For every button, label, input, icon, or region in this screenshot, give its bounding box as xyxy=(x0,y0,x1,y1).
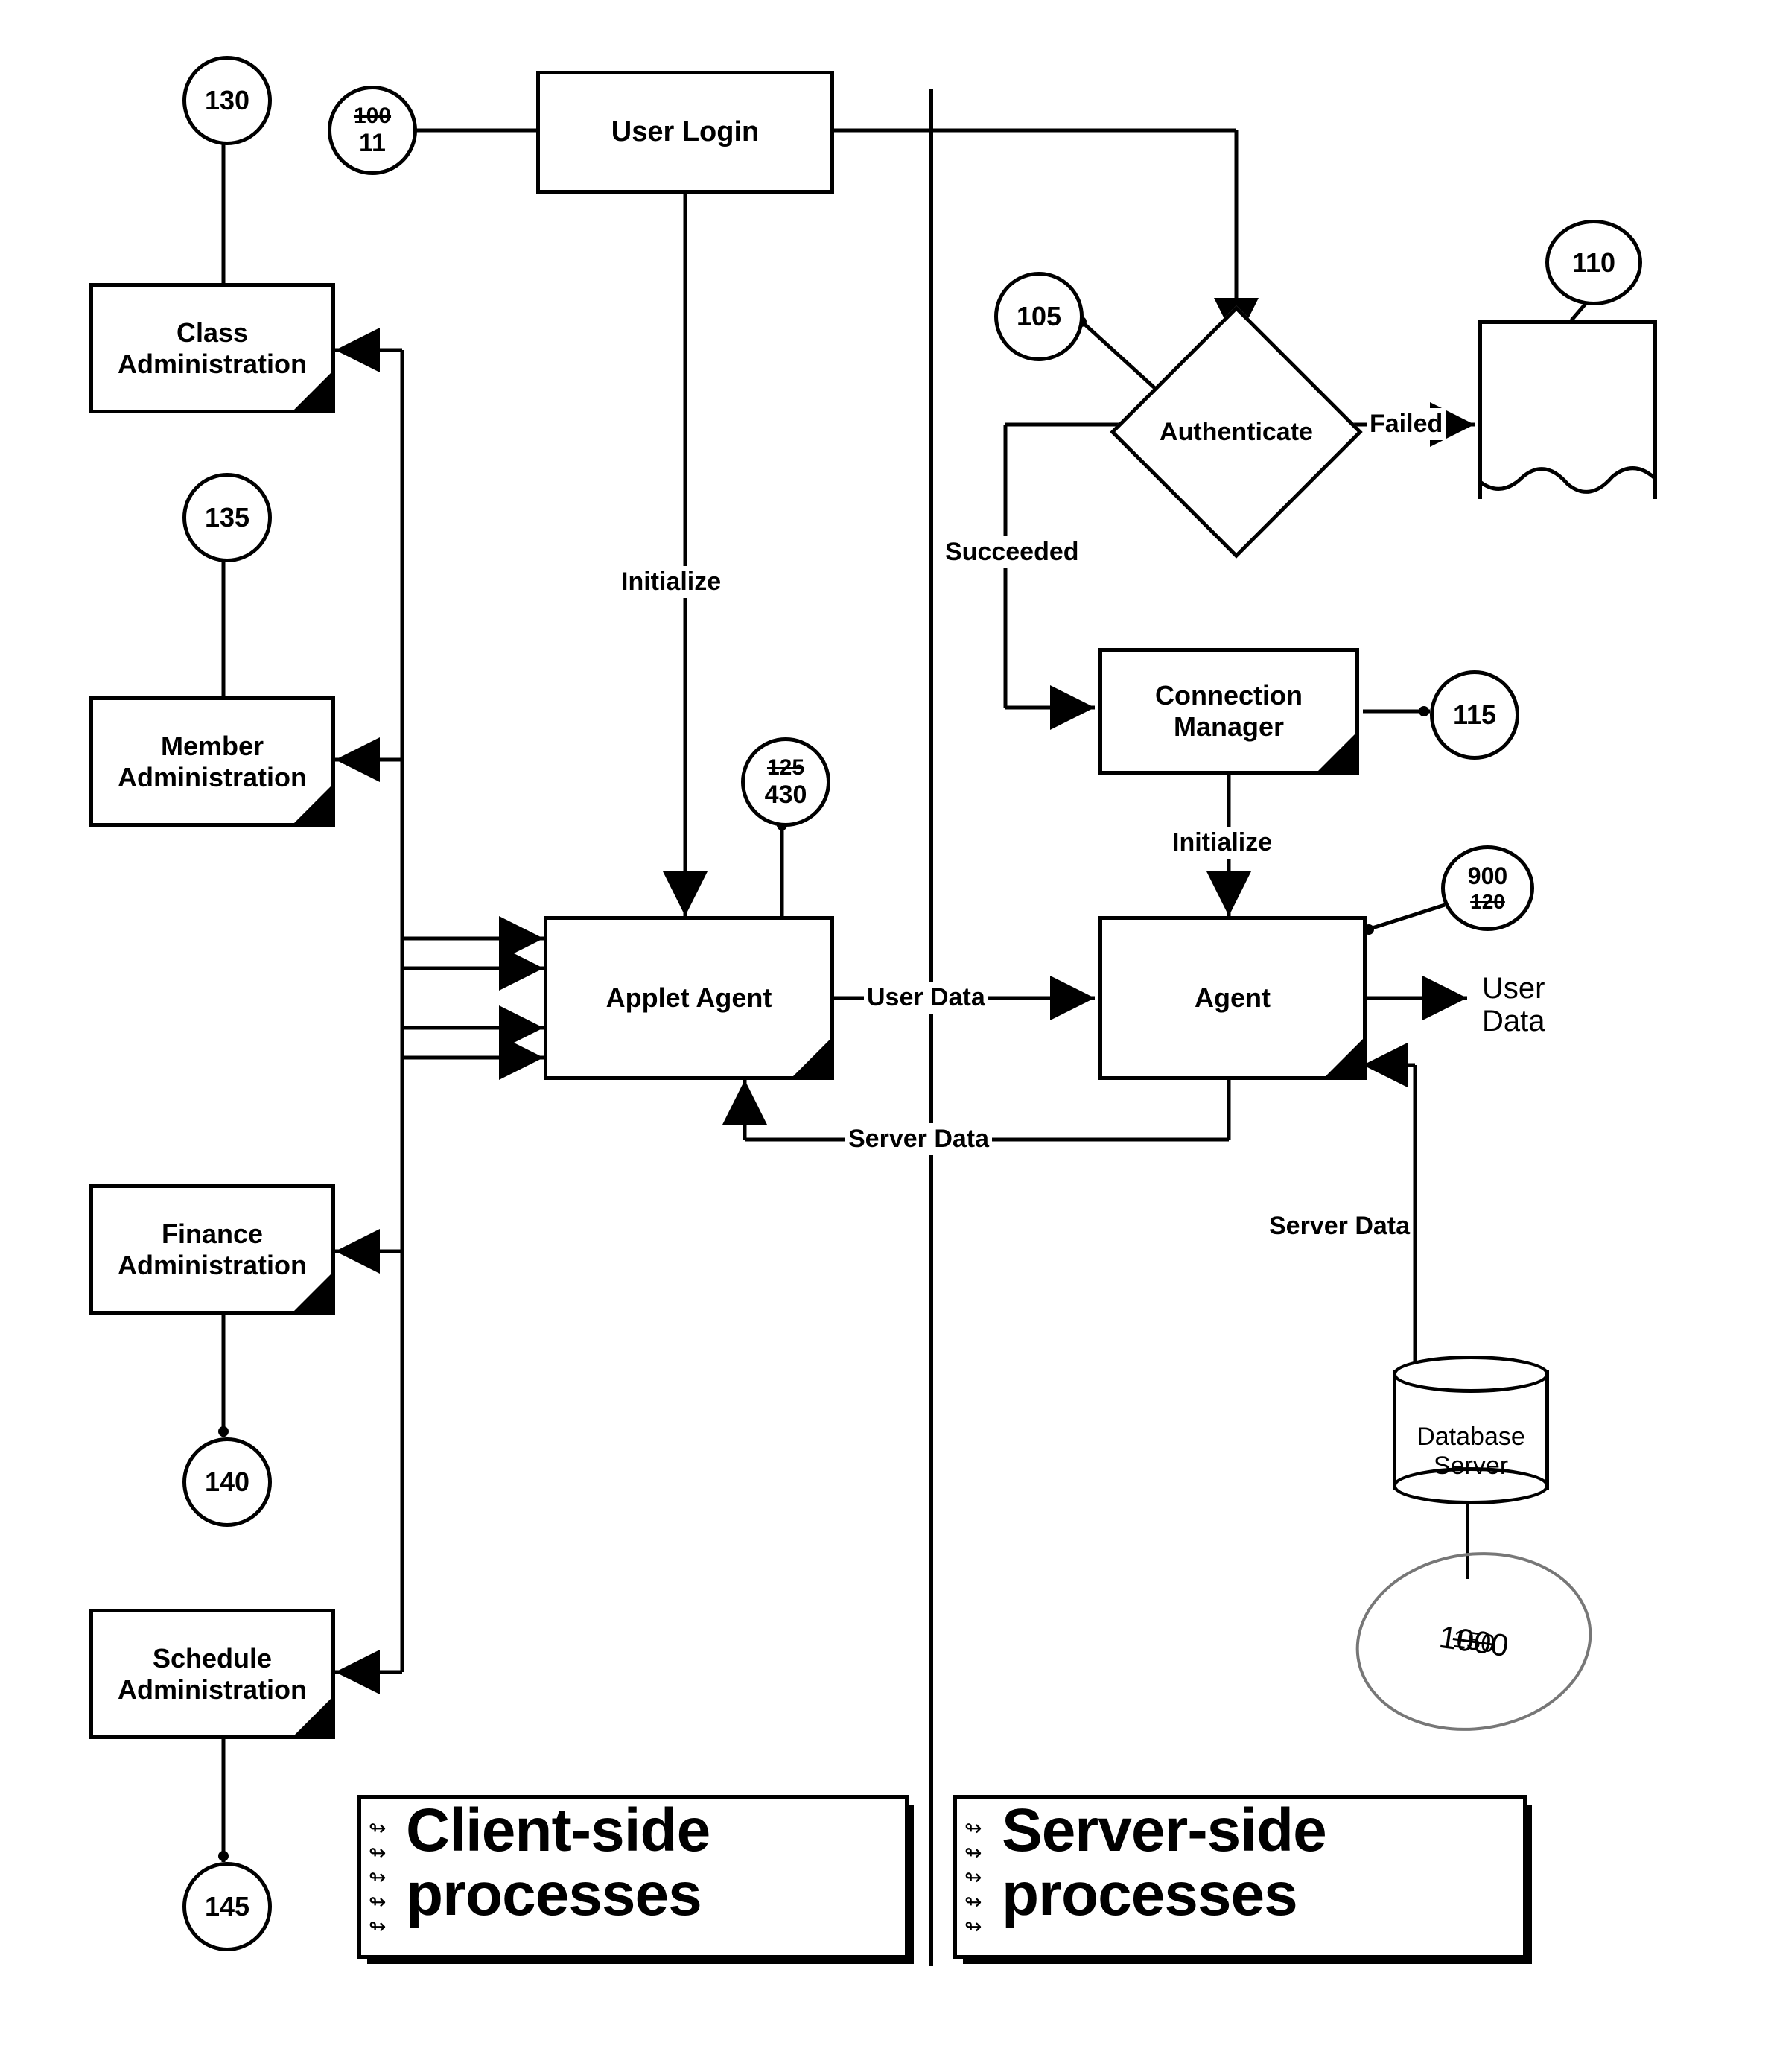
caption-server: ↬↬↬↬↬ Server-side processes xyxy=(953,1795,1527,1959)
database-cylinder: Database Server xyxy=(1393,1356,1549,1504)
spiral-icon: ↬↬↬↬↬ xyxy=(964,1808,997,1946)
torn-page xyxy=(1478,320,1657,499)
ref-130: 130 xyxy=(182,56,272,145)
ref-140: 140 xyxy=(182,1437,272,1527)
schedule-admin-box: Schedule Administration xyxy=(89,1609,335,1739)
finance-admin-box: Finance Administration xyxy=(89,1184,335,1315)
authenticate-diamond: Authenticate xyxy=(1147,343,1326,521)
edge-initialize-2: Initialize xyxy=(1169,827,1275,859)
flowchart-canvas: 130 Class Administration 135 Member Admi… xyxy=(0,0,1771,2072)
ref-125: 125 430 xyxy=(741,737,830,827)
ref-135: 135 xyxy=(182,473,272,562)
ref-900: 900 120 xyxy=(1441,845,1534,931)
ref-1000: 150 1000 xyxy=(1344,1537,1603,1746)
agent-box: Agent xyxy=(1098,916,1367,1080)
ref-110: 110 xyxy=(1545,220,1642,305)
caption-client: ↬↬↬↬↬ Client-side processes xyxy=(357,1795,909,1959)
class-admin-box: Class Administration xyxy=(89,283,335,413)
ref-105: 105 xyxy=(994,272,1084,361)
edge-succeeded: Succeeded xyxy=(942,536,1082,568)
ref-100: 100 11 xyxy=(328,86,417,175)
edge-user-data-handnote: User Data xyxy=(1482,972,1545,1037)
edge-failed: Failed xyxy=(1367,408,1446,440)
applet-agent-box: Applet Agent xyxy=(544,916,834,1080)
spiral-icon: ↬↬↬↬↬ xyxy=(369,1808,401,1946)
user-login-box: User Login xyxy=(536,71,834,194)
member-admin-box: Member Administration xyxy=(89,696,335,827)
connection-manager-box: Connection Manager xyxy=(1098,648,1359,775)
edge-user-data: User Data xyxy=(864,982,988,1014)
edge-initialize-1: Initialize xyxy=(618,566,724,598)
ref-115: 115 xyxy=(1430,670,1519,760)
ref-145: 145 xyxy=(182,1862,272,1951)
edge-server-data-2: Server Data xyxy=(1266,1210,1413,1242)
edge-server-data-1: Server Data xyxy=(845,1123,992,1155)
